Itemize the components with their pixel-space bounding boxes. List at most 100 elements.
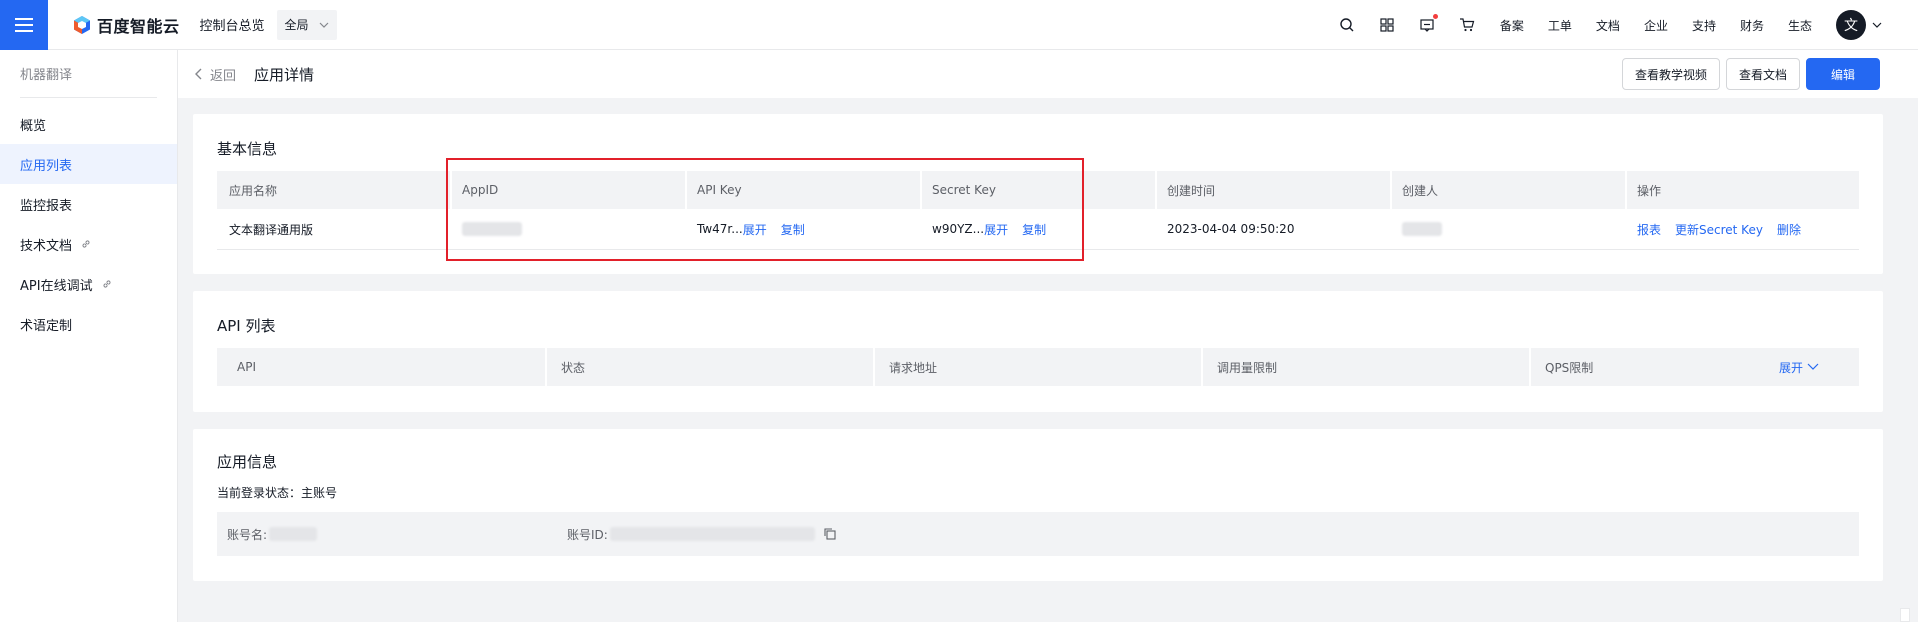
sidebar-item-label: 技术文档 bbox=[20, 238, 73, 254]
sidebar-item-monitor-report[interactable]: 监控报表 bbox=[0, 184, 177, 224]
actions-cell: 报表 更新Secret Key 删除 bbox=[1625, 221, 1859, 238]
notification-dot bbox=[1432, 14, 1438, 19]
col-actions: 操作 bbox=[1625, 171, 1859, 209]
report-link[interactable]: 报表 bbox=[1637, 221, 1661, 238]
chevron-left-icon bbox=[195, 68, 202, 80]
created-at-cell: 2023-04-04 09:50:20 bbox=[1167, 222, 1295, 236]
login-status-text: 当前登录状态：主账号 bbox=[217, 486, 338, 500]
basic-info-table: 应用名称 AppID API Key Secret Key 创建时间 创建人 操… bbox=[217, 171, 1859, 250]
avatar: 文 bbox=[1836, 10, 1866, 40]
sidebar: 机器翻译 概览 应用列表 监控报表 技术文档 API在线调试 术语定制 bbox=[0, 50, 178, 622]
secret-key-value: w90YZ... bbox=[932, 222, 985, 236]
redacted-account-id bbox=[609, 527, 815, 541]
view-docs-button[interactable]: 查看文档 bbox=[1725, 58, 1800, 90]
redacted-appid bbox=[462, 222, 522, 236]
chevron-down-icon bbox=[319, 22, 328, 28]
col-status: 状态 bbox=[545, 348, 873, 386]
table-row: 文本翻译通用版 Tw47r... 展开 复制 w90YZ... 展开 复制 20… bbox=[217, 209, 1859, 250]
nav-finance[interactable]: 财务 bbox=[1740, 17, 1764, 34]
nav-support[interactable]: 支持 bbox=[1692, 17, 1716, 34]
api-list-card: API 列表 API 状态 请求地址 调用量限制 QPS限制 展开 bbox=[193, 291, 1883, 412]
sidebar-item-label: 概览 bbox=[20, 118, 47, 134]
api-key-cell: Tw47r... 展开 复制 bbox=[685, 221, 920, 238]
brand-name: 百度智能云 bbox=[97, 16, 180, 36]
top-right-tools: 备案 工单 文档 企业 支持 财务 生态 文 bbox=[1316, 0, 1882, 50]
redacted-creator bbox=[1402, 222, 1442, 236]
creator-cell bbox=[1390, 222, 1625, 236]
secret-key-expand-link[interactable]: 展开 bbox=[984, 221, 1008, 238]
nav-enterprise[interactable]: 企业 bbox=[1644, 17, 1668, 34]
api-key-expand-link[interactable]: 展开 bbox=[743, 221, 767, 238]
copy-icon[interactable] bbox=[823, 527, 837, 541]
account-id-label: 账号ID: bbox=[567, 527, 608, 542]
region-select[interactable]: 全局 bbox=[276, 9, 337, 40]
cloud-logo-icon bbox=[74, 15, 90, 34]
back-button[interactable]: 返回 bbox=[194, 65, 236, 84]
account-name-label: 账号名: bbox=[227, 527, 268, 542]
user-menu[interactable]: 文 bbox=[1836, 10, 1882, 40]
nav-beian[interactable]: 备案 bbox=[1500, 17, 1524, 34]
sidebar-item-tech-docs[interactable]: 技术文档 bbox=[0, 224, 177, 264]
redacted-account-name bbox=[269, 527, 318, 541]
sidebar-item-app-list[interactable]: 应用列表 bbox=[0, 144, 177, 184]
sidebar-item-api-debug[interactable]: API在线调试 bbox=[0, 264, 177, 304]
appid-cell bbox=[450, 222, 685, 236]
basic-info-title: 基本信息 bbox=[217, 140, 278, 158]
brand-logo[interactable]: 百度智能云 bbox=[72, 13, 180, 37]
watch-video-button[interactable]: 查看教学视频 bbox=[1621, 58, 1720, 90]
app-name-cell: 文本翻译通用版 bbox=[229, 222, 314, 237]
col-app-name: 应用名称 bbox=[229, 183, 278, 198]
region-value: 全局 bbox=[284, 18, 309, 32]
refresh-secret-key-link[interactable]: 更新Secret Key bbox=[1675, 221, 1763, 238]
apps-grid-icon[interactable] bbox=[1378, 16, 1396, 34]
console-overview-link[interactable]: 控制台总览 bbox=[200, 15, 265, 34]
account-info-box: 账号名: 账号ID: bbox=[217, 512, 1859, 556]
external-link-icon bbox=[82, 240, 90, 248]
app-info-title: 应用信息 bbox=[217, 453, 278, 471]
account-name-field: 账号名: bbox=[227, 526, 318, 543]
scrollbar-corner bbox=[1900, 608, 1910, 622]
secret-key-copy-link[interactable]: 复制 bbox=[1022, 221, 1046, 238]
col-secret-key: Secret Key bbox=[920, 171, 1155, 209]
api-list-title: API 列表 bbox=[217, 317, 276, 335]
external-link-icon bbox=[103, 280, 111, 288]
sidebar-item-label: 术语定制 bbox=[20, 318, 73, 334]
col-request-url: 请求地址 bbox=[873, 348, 1201, 386]
basic-info-card: 基本信息 应用名称 AppID API Key Secret Key 创建时间 … bbox=[193, 114, 1883, 274]
menu-icon[interactable] bbox=[0, 0, 48, 50]
page-title: 应用详情 bbox=[254, 65, 315, 84]
search-icon[interactable] bbox=[1338, 16, 1356, 34]
page-header: 返回 应用详情 查看教学视频 查看文档 编辑 bbox=[178, 50, 1918, 98]
edit-button[interactable]: 编辑 bbox=[1805, 58, 1880, 90]
api-key-copy-link[interactable]: 复制 bbox=[781, 221, 805, 238]
nav-ticket[interactable]: 工单 bbox=[1548, 17, 1572, 34]
expand-label: 展开 bbox=[1778, 360, 1803, 375]
col-api: API bbox=[237, 360, 256, 374]
col-creator: 创建人 bbox=[1390, 171, 1625, 209]
header-actions: 查看教学视频 查看文档 编辑 bbox=[1621, 58, 1880, 90]
nav-docs[interactable]: 文档 bbox=[1596, 17, 1620, 34]
sidebar-item-overview[interactable]: 概览 bbox=[0, 104, 177, 144]
api-key-value: Tw47r... bbox=[697, 222, 743, 236]
qps-limit-label: QPS限制 bbox=[1545, 360, 1594, 375]
back-label: 返回 bbox=[210, 68, 237, 84]
secret-key-cell: w90YZ... 展开 复制 bbox=[920, 221, 1155, 238]
sidebar-item-term-custom[interactable]: 术语定制 bbox=[0, 304, 177, 344]
nav-ecosystem[interactable]: 生态 bbox=[1788, 17, 1812, 34]
cart-icon[interactable] bbox=[1458, 16, 1476, 34]
app-info-card: 应用信息 当前登录状态：主账号 账号名: 账号ID: bbox=[193, 429, 1883, 581]
col-appid: AppID bbox=[450, 171, 685, 209]
col-qps-limit: QPS限制 展开 bbox=[1529, 348, 1859, 386]
sidebar-item-label: API在线调试 bbox=[20, 278, 93, 294]
sidebar-item-label: 监控报表 bbox=[20, 198, 73, 214]
account-id-field: 账号ID: bbox=[567, 526, 837, 543]
sidebar-item-label: 应用列表 bbox=[20, 158, 73, 174]
chevron-down-icon bbox=[1872, 22, 1882, 28]
api-list-table: API 状态 请求地址 调用量限制 QPS限制 展开 bbox=[217, 348, 1859, 386]
api-list-expand-button[interactable]: 展开 bbox=[1779, 359, 1819, 376]
chevron-down-icon bbox=[1807, 363, 1819, 370]
table-header: API 状态 请求地址 调用量限制 QPS限制 展开 bbox=[217, 348, 1859, 386]
delete-link[interactable]: 删除 bbox=[1777, 221, 1801, 238]
col-api-key: API Key bbox=[685, 171, 920, 209]
message-icon[interactable] bbox=[1418, 14, 1438, 34]
